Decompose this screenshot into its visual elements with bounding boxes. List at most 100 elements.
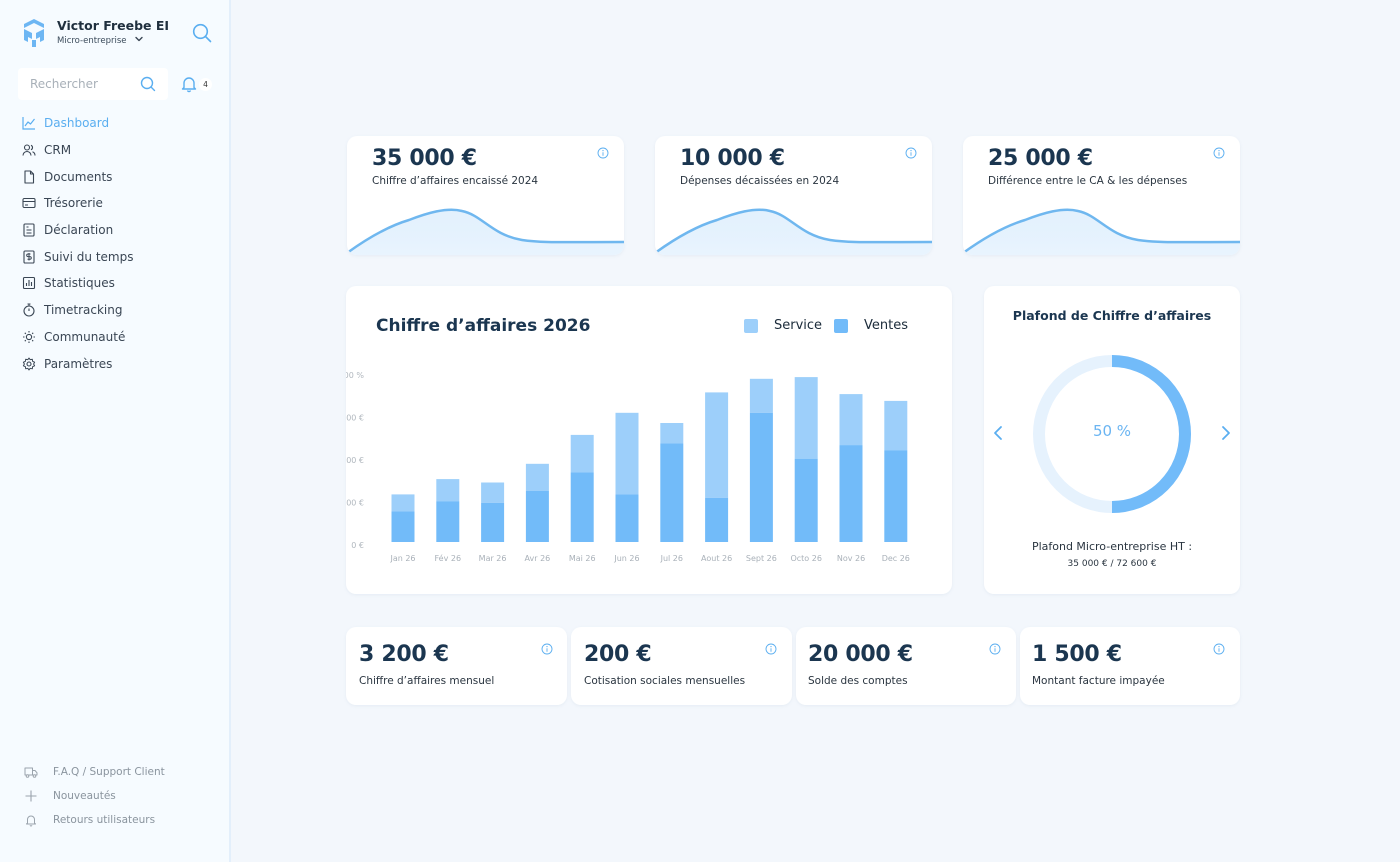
bar-service[interactable] (481, 482, 505, 503)
sidebar-item-retours-utilisateurs[interactable]: Retours utilisateurs (24, 808, 224, 832)
notification-count-badge: 4 (199, 78, 212, 91)
sidebar-item-suivi-du-temps[interactable]: Suivi du temps (22, 243, 222, 270)
truck-icon (24, 767, 38, 778)
bar-ventes[interactable] (570, 472, 594, 542)
plafond-card: Plafond de Chiffre d’affaires 50 % Plafo… (984, 286, 1240, 594)
kpi-value: 1 500 € (1032, 642, 1122, 667)
sparkline-area (963, 208, 1240, 255)
sidebar-item-documents[interactable]: Documents (22, 163, 222, 190)
sparkline-area (347, 208, 624, 255)
kpi-label: Montant facture impayée (1032, 675, 1165, 687)
sidebar-item-communaute[interactable]: Communauté (22, 324, 222, 351)
plafond-percent: 50 % (1092, 422, 1132, 440)
x-tick-label: Mai 26 (569, 554, 596, 563)
sidebar-item-faq-support[interactable]: F.A.Q / Support Client (24, 760, 224, 784)
chart-line-icon (22, 117, 35, 130)
bar-service[interactable] (525, 463, 549, 491)
y-tick-label: 00 € (346, 414, 364, 423)
kpi-card-unpaid-invoices: 1 500 € Montant facture impayée (1020, 627, 1240, 705)
bar-service[interactable] (884, 400, 908, 451)
x-tick-label: Nov 26 (837, 554, 865, 563)
sparkline-area (655, 208, 932, 255)
sidebar-item-label: Dashboard (44, 116, 110, 131)
bar-ventes[interactable] (749, 412, 773, 542)
bar-service[interactable] (436, 479, 460, 502)
kpi-card-difference: 25 000 € Différence entre le CA & les dé… (963, 136, 1240, 255)
info-icon[interactable] (989, 643, 1001, 655)
main-nav: Dashboard CRM Documents Trésorerie Décla… (22, 110, 222, 377)
bar-service[interactable] (615, 412, 639, 495)
bar-service[interactable] (705, 392, 729, 498)
bar-ventes[interactable] (660, 443, 684, 542)
sidebar-item-statistiques[interactable]: Statistiques (22, 270, 222, 297)
sidebar-item-label: Retours utilisateurs (53, 814, 156, 826)
sidebar-item-parametres[interactable]: Paramètres (22, 350, 222, 377)
x-tick-label: Jun 26 (613, 554, 639, 563)
revenue-bar-chart: 0 € 00 € 00 € 00 € 00 % Jan 26 Fév 26 Mar 26 Avr… (346, 371, 910, 563)
kpi-label: Chiffre d’affaires mensuel (359, 675, 495, 687)
notification-bell-icon[interactable] (180, 75, 198, 93)
sidebar-item-label: Suivi du temps (44, 249, 134, 264)
info-icon[interactable] (541, 643, 553, 655)
x-tick-label: Octo 26 (790, 554, 821, 563)
info-icon[interactable] (1213, 147, 1225, 159)
y-tick-label: 00 € (346, 499, 364, 508)
bell-icon (26, 815, 36, 827)
sidebar-item-tresorerie[interactable]: Trésorerie (22, 190, 222, 217)
chevron-down-icon[interactable] (134, 34, 144, 44)
kpi-value: 35 000 € (372, 146, 477, 171)
company-switcher[interactable]: Victor Freebe EI Micro-entreprise (22, 18, 212, 50)
x-tick-label: Jan 26 (389, 554, 415, 563)
bar-ventes[interactable] (794, 458, 818, 542)
sidebar-footer: F.A.Q / Support Client Nouveautés Retour… (24, 760, 224, 832)
sidebar-item-label: Documents (44, 169, 113, 184)
x-tick-label: Mar 26 (479, 554, 507, 563)
sun-icon (23, 330, 35, 343)
sidebar-item-declaration[interactable]: Déclaration (22, 217, 222, 244)
bar-ventes[interactable] (705, 497, 729, 542)
form-icon (23, 223, 35, 237)
plafond-detail: 35 000 € / 72 600 € (1067, 559, 1157, 569)
stopwatch-icon (23, 303, 35, 317)
bar-service[interactable] (570, 434, 594, 473)
bar-ventes[interactable] (391, 511, 415, 542)
kpi-label: Dépenses décaissées en 2024 (680, 175, 840, 187)
sidebar-item-label: Nouveautés (53, 790, 116, 802)
bar-ventes[interactable] (884, 450, 908, 542)
bar-service[interactable] (794, 377, 818, 459)
search-icon[interactable] (140, 76, 156, 92)
plus-icon (25, 790, 37, 802)
kpi-label: Cotisation sociales mensuelles (584, 675, 746, 687)
bar-service[interactable] (660, 423, 684, 444)
bar-ventes[interactable] (436, 501, 460, 542)
info-icon[interactable] (1213, 643, 1225, 655)
sidebar-item-label: Statistiques (44, 276, 115, 291)
company-logo-icon (24, 19, 44, 47)
bar-ventes[interactable] (839, 445, 863, 542)
bar-ventes[interactable] (481, 502, 505, 542)
sidebar-item-dashboard[interactable]: Dashboard (22, 110, 222, 137)
bar-service[interactable] (749, 378, 773, 413)
info-icon[interactable] (597, 147, 609, 159)
search-icon[interactable] (192, 23, 212, 43)
bar-ventes[interactable] (525, 491, 549, 542)
sidebar-item-crm[interactable]: CRM (22, 137, 222, 164)
info-icon[interactable] (905, 147, 917, 159)
sidebar-item-label: Communauté (44, 329, 126, 344)
sidebar-item-label: Paramètres (44, 356, 113, 371)
bar-service[interactable] (839, 394, 863, 446)
kpi-value: 25 000 € (988, 146, 1093, 171)
kpi-card-revenue-2024: 35 000 € Chiffre d’affaires encaissé 202… (347, 136, 624, 255)
bar-ventes[interactable] (615, 494, 639, 542)
kpi-label: Différence entre le CA & les dépenses (988, 175, 1188, 187)
x-tick-label: Sept 26 (746, 554, 777, 563)
sidebar-item-timetracking[interactable]: Timetracking (22, 297, 222, 324)
info-icon[interactable] (765, 643, 777, 655)
chevron-left-icon[interactable] (991, 425, 1005, 441)
y-tick-label: 00 € (346, 456, 364, 465)
chevron-right-icon[interactable] (1219, 425, 1233, 441)
sidebar-item-nouveautes[interactable]: Nouveautés (24, 784, 224, 808)
company-name: Victor Freebe EI (57, 18, 170, 33)
bar-service[interactable] (391, 494, 415, 512)
sidebar: Victor Freebe EI Micro-entreprise 4 Dash… (0, 0, 231, 862)
